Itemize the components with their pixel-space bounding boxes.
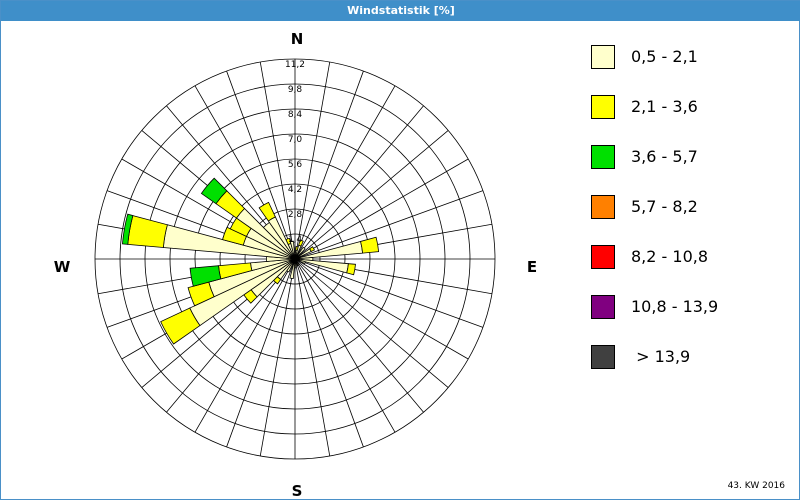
legend-item: 3,6 - 5,7: [591, 145, 791, 171]
compass-west: W: [54, 258, 71, 276]
radial-tick-label: 7,0: [288, 135, 303, 145]
legend-item: 10,8 - 13,9: [591, 295, 791, 321]
legend-swatch: [591, 345, 615, 369]
legend-item: 2,1 - 3,6: [591, 95, 791, 121]
legend-label: 3,6 - 5,7: [631, 147, 698, 166]
wind-sector-bar: [127, 215, 168, 248]
radial-tick-label: 4,2: [288, 185, 302, 195]
legend-label: 5,7 - 8,2: [631, 197, 698, 216]
legend-swatch: [591, 45, 615, 69]
legend-swatch: [591, 145, 615, 169]
radial-tick-label: 2,8: [288, 210, 303, 220]
legend-label: 0,5 - 2,1: [631, 47, 698, 66]
week-label: 43. KW 2016: [727, 481, 785, 491]
radial-tick-label: 11,2: [285, 60, 305, 70]
wind-sector-bar: [346, 263, 356, 276]
wind-sector-bar: [258, 201, 276, 222]
radial-tick-label: 5,6: [288, 160, 303, 170]
legend-item: 0,5 - 2,1: [591, 45, 791, 71]
compass-south: S: [292, 482, 303, 499]
legend-label: 10,8 - 13,9: [631, 297, 719, 316]
legend-swatch: [591, 95, 615, 119]
legend-label: > 13,9: [631, 347, 691, 366]
legend-label: 8,2 - 10,8: [631, 247, 709, 266]
legend-label: 2,1 - 3,6: [631, 97, 698, 116]
radial-tick-label: 9,8: [288, 85, 303, 95]
legend-swatch: [591, 245, 615, 269]
legend-swatch: [591, 195, 615, 219]
compass-east: E: [527, 258, 537, 276]
radial-tick-label: 8,4: [288, 110, 303, 120]
wind-sector-bar: [360, 236, 380, 254]
legend-item: > 13,9: [591, 345, 791, 371]
legend-swatch: [591, 295, 615, 319]
legend-item: 5,7 - 8,2: [591, 195, 791, 221]
compass-north: N: [291, 30, 304, 48]
legend-item: 8,2 - 10,8: [591, 245, 791, 271]
radial-tick-label: 1,4: [288, 235, 303, 245]
window-title: Windstatistik [%]: [1, 1, 800, 21]
chart-window: Windstatistik [%] 1,4 2,8 4,2 5,6 7,0 8,4 9,8 1…: [0, 0, 800, 500]
